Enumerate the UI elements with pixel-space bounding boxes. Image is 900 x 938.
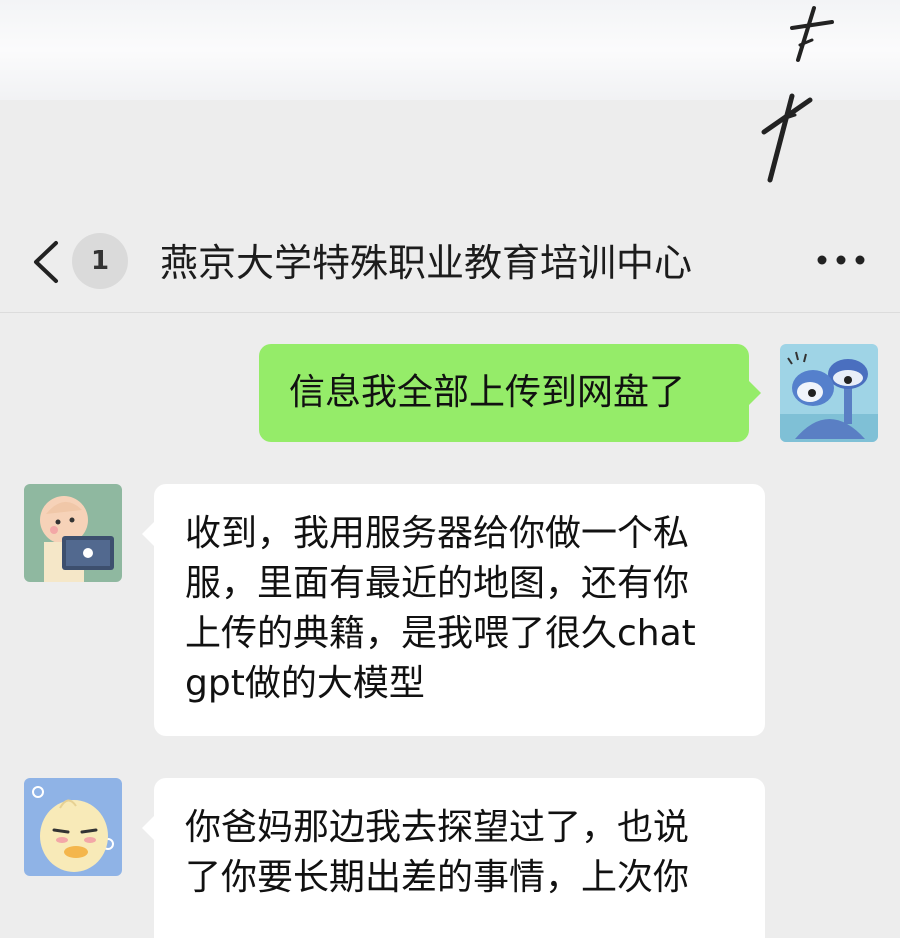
message-line: 了你要长期出差的事情，上次你 bbox=[185, 857, 690, 898]
more-dots-icon bbox=[817, 255, 865, 265]
contact-message-bubble[interactable]: 收到，我用服务器给你做一个私 服，里面有最近的地图，还有你 上传的典籍，是我喂了… bbox=[154, 484, 765, 736]
message-text: 信息我全部上传到网盘了 bbox=[289, 372, 686, 413]
chat-title: 燕京大学特殊职业教育培训中心 bbox=[160, 241, 693, 285]
more-button[interactable] bbox=[812, 248, 870, 272]
unread-count-badge[interactable]: 1 bbox=[72, 233, 128, 289]
message-line: 服，里面有最近的地图，还有你 bbox=[185, 563, 690, 604]
bubble-tail bbox=[142, 522, 154, 546]
bubble-tail bbox=[749, 381, 761, 405]
message-line: 收到，我用服务器给你做一个私 bbox=[185, 513, 690, 554]
sound-effect-strokes bbox=[761, 6, 834, 183]
mushroom-avatar[interactable] bbox=[780, 344, 878, 442]
back-button[interactable] bbox=[26, 237, 66, 287]
duck-avatar[interactable] bbox=[24, 778, 122, 876]
message-line: 你爸妈那边我去探望过了，也说 bbox=[185, 807, 690, 848]
contact-message-bubble[interactable]: 你爸妈那边我去探望过了，也说 了你要长期出差的事情，上次你 bbox=[154, 778, 765, 938]
chevron-left-icon bbox=[34, 241, 58, 283]
message-line: 上传的典籍，是我喂了很久chat bbox=[185, 613, 696, 654]
baby-laptop-avatar[interactable] bbox=[24, 484, 122, 582]
bubble-tail bbox=[142, 816, 154, 840]
my-message-bubble[interactable]: 信息我全部上传到网盘了 bbox=[259, 344, 749, 442]
message-line: gpt做的大模型 bbox=[185, 663, 425, 704]
